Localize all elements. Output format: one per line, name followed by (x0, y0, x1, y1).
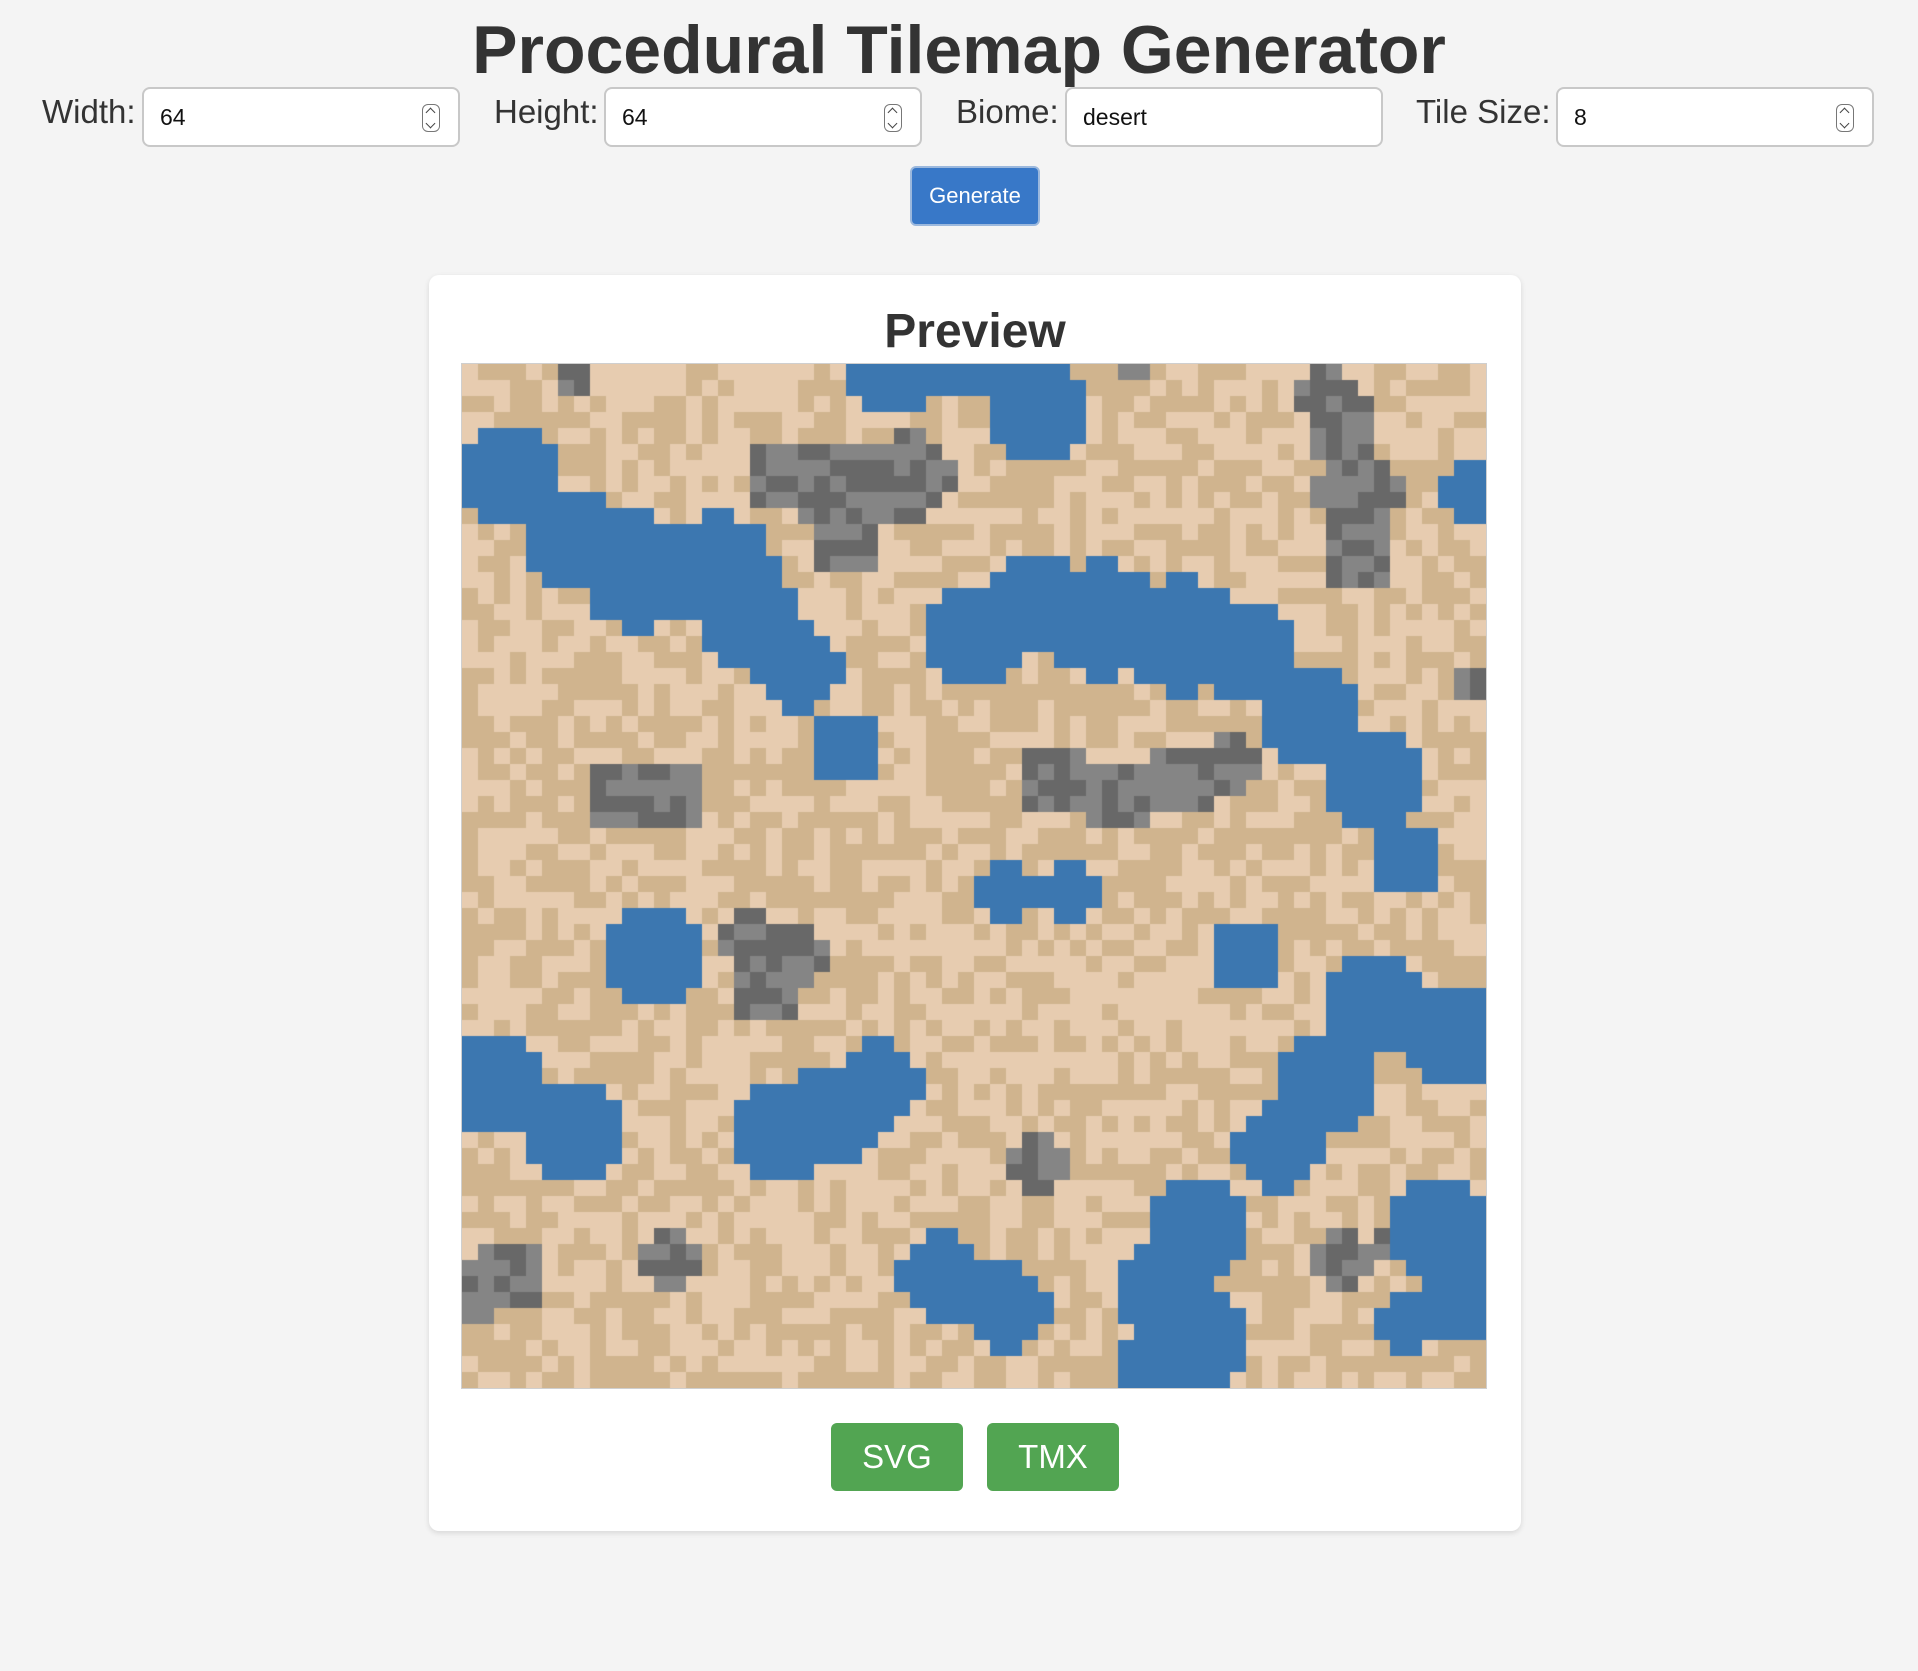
biome-label: Biome: (956, 93, 1059, 130)
height-label: Height: (494, 93, 599, 130)
page-title: Procedural Tilemap Generator (472, 12, 1446, 88)
biome-input[interactable]: desert (1065, 87, 1383, 147)
height-input[interactable]: 64 (604, 87, 922, 147)
width-input[interactable]: 64 (142, 87, 460, 147)
download-svg-button[interactable]: SVG (831, 1423, 963, 1491)
tile-size-input[interactable]: 8 (1556, 87, 1874, 147)
width-stepper-icon[interactable] (422, 104, 440, 132)
biome-value: desert (1083, 104, 1147, 130)
download-tmx-button[interactable]: TMX (987, 1423, 1119, 1491)
tile-size-label: Tile Size: (1416, 93, 1551, 130)
tile-size-stepper-icon[interactable] (1836, 104, 1854, 132)
generate-button[interactable]: Generate (910, 166, 1040, 226)
height-value: 64 (622, 104, 648, 130)
controls-bar: Width: 64 Height: 64 Biome: desert Tile … (0, 86, 1918, 152)
width-value: 64 (160, 104, 186, 130)
tile-size-value: 8 (1574, 104, 1587, 130)
width-label: Width: (42, 93, 136, 130)
tilemap-preview-canvas (461, 363, 1487, 1389)
height-stepper-icon[interactable] (884, 104, 902, 132)
preview-card: Preview SVG TMX (429, 275, 1521, 1531)
preview-title: Preview (884, 305, 1066, 358)
